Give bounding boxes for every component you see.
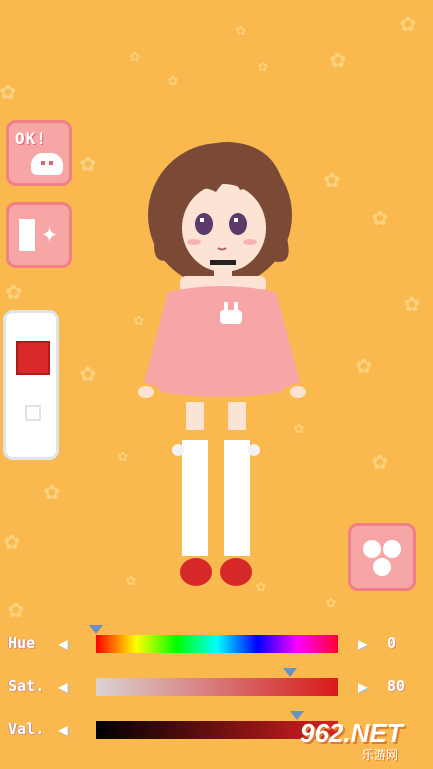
sat-decrease-button[interactable]: ◀ — [58, 679, 74, 695]
sat-slider-thumb[interactable] — [282, 668, 297, 677]
palette-button[interactable] — [348, 523, 416, 591]
watermark-text: 962.NET — [300, 718, 403, 748]
color-swatch-empty[interactable] — [25, 405, 41, 421]
hue-value: 0 — [387, 634, 397, 652]
hue-decrease-button[interactable]: ◀ — [58, 636, 74, 652]
ghost-icon — [31, 153, 63, 175]
val-label: Val. — [8, 720, 45, 738]
hue-label: Hue — [8, 634, 36, 652]
sat-slider[interactable] — [96, 668, 338, 696]
pose-button[interactable]: ✦ — [6, 202, 72, 268]
hue-increase-button[interactable]: ▶ — [358, 636, 374, 652]
door-icon — [19, 219, 35, 251]
hue-slider-thumb[interactable] — [89, 625, 103, 634]
sat-label: Sat. — [8, 677, 45, 695]
val-decrease-button[interactable]: ◀ — [58, 722, 74, 738]
person-icon: ✦ — [41, 216, 58, 249]
sat-value: 80 — [387, 677, 406, 695]
ok-button[interactable]: OK! — [6, 120, 72, 186]
sat-increase-button[interactable]: ▶ — [358, 679, 374, 695]
watermark-logo: 962.NET 乐游网 — [300, 718, 428, 764]
hue-slider[interactable] — [89, 625, 338, 653]
character-avatar — [138, 141, 306, 586]
watermark-subtext: 乐游网 — [362, 748, 399, 762]
ok-label: OK! — [15, 129, 47, 148]
color-swatch-selected[interactable] — [16, 341, 50, 375]
color-swatch-panel — [3, 310, 59, 460]
